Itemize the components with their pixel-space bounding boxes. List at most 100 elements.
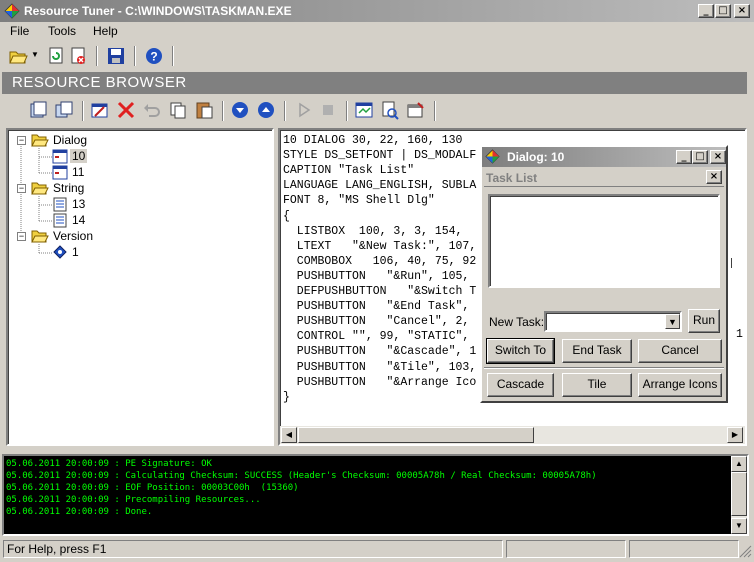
cancel-button[interactable]: Cancel [638, 339, 722, 363]
scroll-up-icon[interactable]: ▲ [731, 456, 747, 472]
status-cell [629, 540, 739, 558]
app-icon [4, 3, 20, 19]
code-line: PUSHBUTTON "Cancel", 2, [283, 315, 470, 329]
status-cell [506, 540, 626, 558]
title-bar[interactable]: Resource Tuner - C:\WINDOWS\TASKMAN.EXE … [0, 0, 754, 22]
tree-node-version-1[interactable]: 1 [72, 245, 79, 259]
menu-tools[interactable]: Tools [48, 24, 76, 38]
properties-icon[interactable] [406, 100, 426, 120]
arrange-icons-button[interactable]: Arrange Icons [638, 373, 722, 397]
move-down-icon[interactable] [230, 100, 250, 120]
dialog-title-bar[interactable]: Dialog: 10 _ □ × [482, 147, 726, 167]
help-icon[interactable]: ? [144, 46, 164, 66]
resize-grip-icon[interactable] [738, 544, 752, 558]
log-line: 05.06.2011 20:00:09 : PE Signature: OK [6, 459, 212, 469]
scroll-right-icon[interactable]: ▶ [727, 427, 743, 443]
main-toolbar: ▼ ? [0, 42, 754, 70]
run-button[interactable]: Run [688, 309, 720, 333]
toolbar-separator [346, 101, 348, 121]
horizontal-scrollbar[interactable]: ◀ ▶ [280, 426, 745, 444]
switch-to-button[interactable]: Switch To [486, 338, 555, 364]
string-resource-icon [53, 213, 67, 228]
status-text: For Help, press F1 [3, 540, 503, 558]
dialog-maximize-button[interactable]: □ [692, 150, 708, 164]
dialog-minimize-button[interactable]: _ [676, 150, 692, 164]
code-line: { [283, 209, 290, 223]
log-vertical-scrollbar[interactable]: ▲ ▼ [731, 456, 747, 534]
tree-node-version[interactable]: Version [53, 229, 93, 243]
close-button[interactable]: × [734, 4, 750, 18]
toolbar-separator [82, 101, 84, 121]
tree-node-dialog-10[interactable]: 10 [70, 149, 88, 163]
tree-collapse-icon[interactable]: − [17, 184, 26, 193]
code-line: FONT 8, "MS Shell Dlg" [283, 194, 435, 208]
delete-icon[interactable] [116, 100, 136, 120]
code-line: PUSHBUTTON "&Cascade", 1 [283, 345, 477, 359]
tree-node-string-13[interactable]: 13 [72, 197, 85, 211]
code-line: DEFPUSHBUTTON "&Switch T [283, 285, 477, 298]
dialog-title: Dialog: 10 [507, 150, 565, 164]
code-line: CONTROL "", 99, "STATIC", [283, 330, 470, 344]
dialog-close-button[interactable]: × [710, 150, 726, 164]
cascade-button[interactable]: Cascade [487, 373, 554, 397]
tree-node-string[interactable]: String [53, 181, 84, 195]
copy-icon[interactable] [168, 100, 188, 120]
export-icon[interactable] [28, 100, 48, 120]
scroll-left-icon[interactable]: ◀ [281, 427, 297, 443]
text-cursor [731, 258, 733, 268]
new-task-combobox[interactable]: ▼ [544, 311, 682, 332]
paste-icon[interactable] [194, 100, 214, 120]
tree-node-dialog[interactable]: Dialog [53, 133, 87, 147]
string-resource-icon [53, 197, 67, 212]
code-line: LTEXT "&New Task:", 107, [283, 239, 477, 253]
code-line: PUSHBUTTON "&End Task", [283, 300, 470, 314]
task-listbox[interactable] [488, 194, 720, 288]
minimize-button[interactable]: _ [698, 4, 714, 18]
menu-help[interactable]: Help [93, 24, 118, 38]
close-file-icon[interactable] [68, 46, 88, 66]
code-line: 10 DIALOG 30, 22, 160, 130 [283, 134, 463, 147]
code-overflow-text: 1 [736, 328, 743, 341]
save-icon[interactable] [106, 46, 126, 66]
edit-resource-icon[interactable] [90, 100, 110, 120]
resource-tree[interactable]: − Dialog 10 11 − String 13 14 − Version [6, 128, 274, 446]
scroll-thumb[interactable] [298, 427, 534, 443]
folder-open-icon [31, 182, 49, 195]
menu-file[interactable]: File [10, 24, 29, 38]
combobox-dropdown-icon[interactable]: ▼ [665, 314, 680, 329]
stop-icon[interactable] [318, 100, 338, 120]
open-folder-icon[interactable] [8, 46, 28, 66]
maximize-button[interactable]: □ [715, 4, 731, 18]
code-line: } [283, 390, 290, 404]
play-icon[interactable] [294, 100, 314, 120]
export-all-icon[interactable] [54, 100, 74, 120]
end-task-button[interactable]: End Task [562, 339, 632, 363]
toolbar-separator [96, 46, 98, 66]
log-line: 05.06.2011 20:00:09 : Precompiling Resou… [6, 495, 261, 505]
code-line: LANGUAGE LANG_ENGLISH, SUBLA [283, 179, 477, 193]
tree-lines [20, 144, 52, 254]
scroll-thumb[interactable] [731, 472, 747, 516]
tree-collapse-icon[interactable]: − [17, 136, 26, 145]
scroll-down-icon[interactable]: ▼ [731, 518, 747, 534]
tree-node-dialog-11[interactable]: 11 [72, 165, 84, 179]
log-line: 05.06.2011 20:00:09 : EOF Position: 0000… [6, 483, 299, 493]
log-line: 05.06.2011 20:00:09 : Done. [6, 507, 153, 517]
tree-node-string-14[interactable]: 14 [72, 213, 85, 227]
log-output[interactable]: 05.06.2011 20:00:09 : PE Signature: OK 05… [2, 454, 749, 536]
inner-close-button[interactable]: × [706, 170, 722, 184]
dialog-preview-window[interactable]: Dialog: 10 _ □ × Task List × New Task: ▼… [480, 145, 728, 403]
dialog-preview-icon[interactable] [354, 100, 374, 120]
close-icon: × [737, 5, 747, 16]
window-title: Resource Tuner - C:\WINDOWS\TASKMAN.EXE [24, 4, 292, 18]
reload-file-icon[interactable] [46, 46, 66, 66]
version-resource-icon [53, 245, 67, 259]
tree-collapse-icon[interactable]: − [17, 232, 26, 241]
dropdown-arrow-icon[interactable]: ▼ [31, 50, 39, 59]
folder-open-icon [31, 230, 49, 243]
toolbar-separator [284, 101, 286, 121]
undo-icon[interactable] [142, 100, 162, 120]
move-up-icon[interactable] [256, 100, 276, 120]
search-resource-icon[interactable] [380, 100, 400, 120]
tile-button[interactable]: Tile [562, 373, 632, 397]
